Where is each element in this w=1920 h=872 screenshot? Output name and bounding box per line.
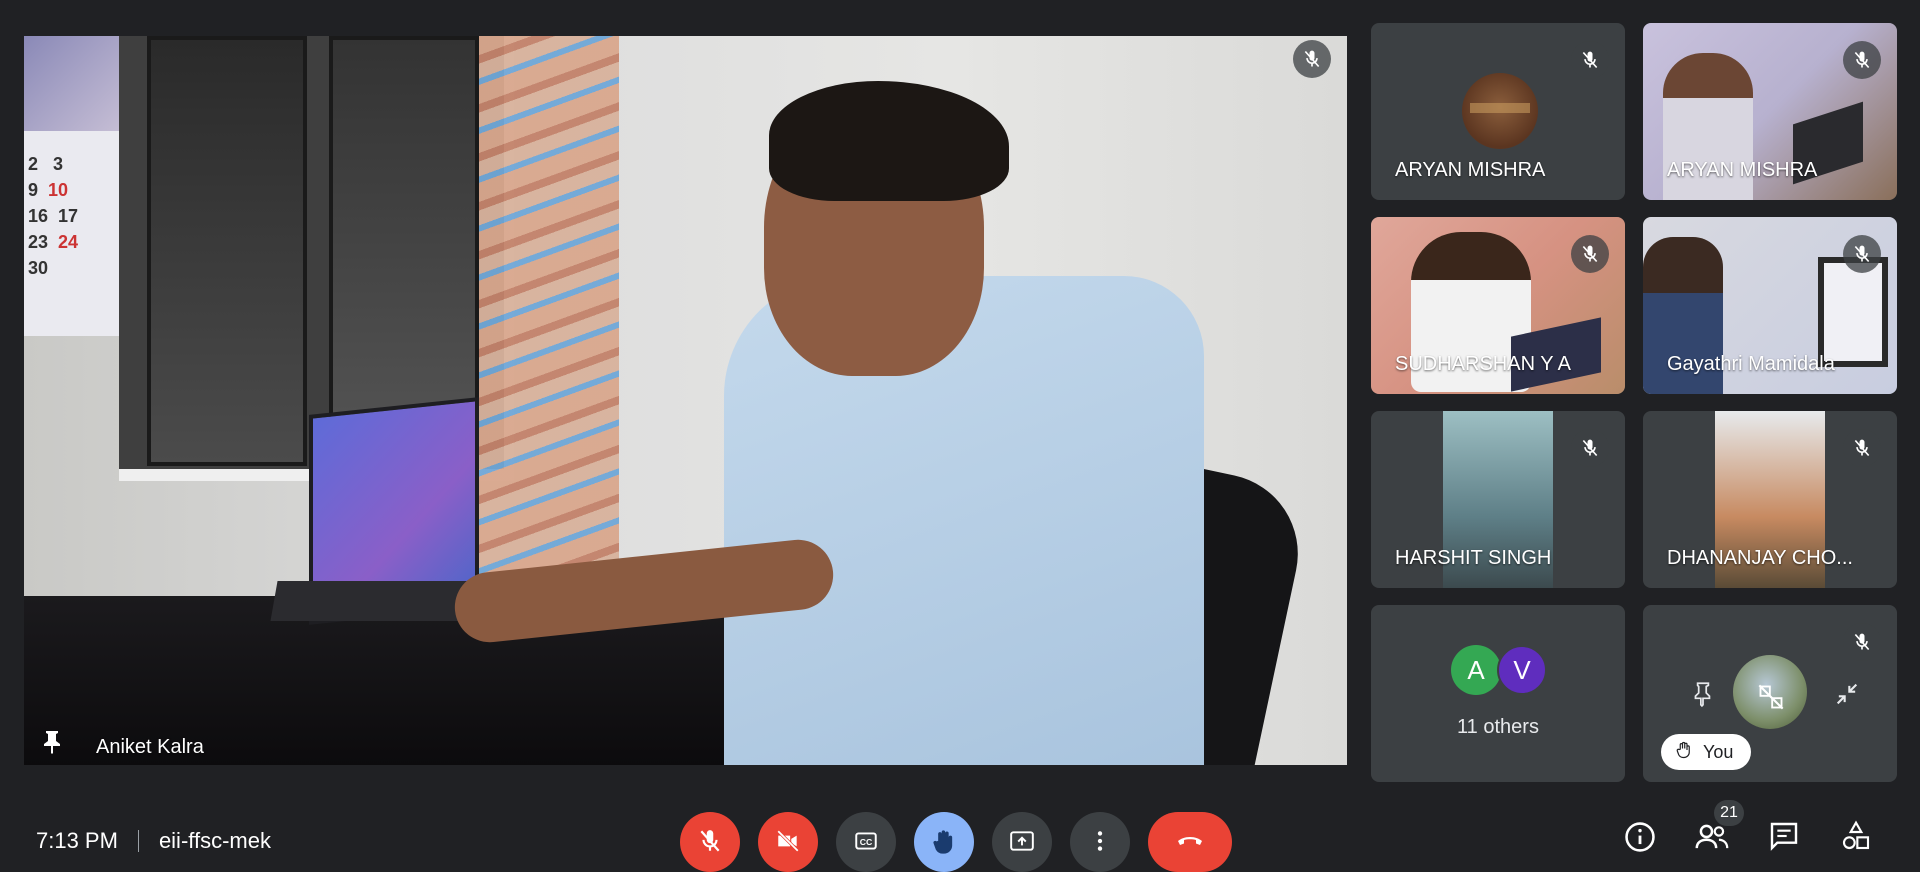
present-to-all-icon (1009, 828, 1035, 859)
meeting-code: eii-ffsc-mek (158, 828, 271, 853)
clock-time: 7:13 PM (36, 828, 118, 853)
present-button[interactable] (992, 812, 1052, 872)
hide-tile-icon[interactable] (1757, 683, 1785, 711)
mic-off-icon (1843, 623, 1881, 661)
participant-name: DHANANJAY CHO... (1667, 547, 1853, 569)
others-count-label: 11 others (1457, 716, 1539, 738)
mic-off-icon (1571, 235, 1609, 273)
participant-tile[interactable]: HARSHIT SINGH (1371, 411, 1625, 588)
participant-tile[interactable]: SUDHARSHAN Y A (1371, 217, 1625, 394)
pin-icon[interactable] (40, 729, 64, 755)
hand-icon (1675, 741, 1693, 764)
chat-button[interactable] (1766, 820, 1802, 856)
mic-off-icon (1571, 429, 1609, 467)
participant-name: SUDHARSHAN Y A (1395, 353, 1571, 375)
mic-off-icon (1843, 235, 1881, 273)
avatar: V (1497, 645, 1547, 695)
participant-name: ARYAN MISHRA (1667, 159, 1818, 181)
activities-icon (1840, 820, 1872, 857)
speaker-video: 2 3 9 10 16 17 23 24 30 (24, 36, 1347, 765)
captions-button[interactable]: CC (836, 812, 896, 872)
participant-count-badge: 21 (1714, 800, 1744, 826)
svg-text:CC: CC (860, 837, 873, 847)
more-options-button[interactable] (1070, 812, 1130, 872)
participant-tile[interactable]: ARYAN MISHRA (1371, 23, 1625, 200)
more-vert-icon (1087, 828, 1113, 859)
avatar: A (1451, 645, 1501, 695)
avatar (1462, 73, 1538, 149)
videocam-off-icon (775, 828, 801, 859)
mic-off-icon (1843, 41, 1881, 79)
camera-toggle-button[interactable] (758, 812, 818, 872)
self-label: You (1703, 741, 1734, 762)
participant-name: Gayathri Mamidala (1667, 353, 1835, 375)
participant-name: ARYAN MISHRA (1395, 159, 1546, 181)
mic-off-icon (1571, 41, 1609, 79)
bottom-control-bar: 7:13 PM eii-ffsc-mek CC 21 (0, 800, 1920, 872)
others-tile[interactable]: A V 11 others (1371, 605, 1625, 782)
mic-off-icon (697, 828, 723, 859)
minimize-icon[interactable] (1833, 680, 1861, 708)
main-speaker-tile[interactable]: 2 3 9 10 16 17 23 24 30 Aniket Kalra (24, 36, 1347, 765)
divider (137, 830, 139, 852)
participant-name: HARSHIT SINGH (1395, 547, 1552, 569)
closed-caption-icon: CC (853, 828, 879, 859)
mic-off-icon (1843, 429, 1881, 467)
meeting-details-button[interactable] (1622, 820, 1658, 856)
mic-off-icon (1293, 40, 1331, 78)
hand-icon (930, 828, 958, 861)
participant-tile[interactable]: Gayathri Mamidala (1643, 217, 1897, 394)
microphone-toggle-button[interactable] (680, 812, 740, 872)
participant-tile[interactable]: DHANANJAY CHO... (1643, 411, 1897, 588)
info-icon (1623, 820, 1657, 859)
wall-calendar: 2 3 9 10 16 17 23 24 30 (24, 36, 129, 336)
raise-hand-button[interactable] (914, 812, 974, 872)
call-end-icon (1174, 828, 1206, 859)
raised-hand-chip: You (1661, 734, 1752, 770)
meet-window: 2 3 9 10 16 17 23 24 30 Aniket Kalra ARY… (0, 0, 1920, 872)
participant-tile[interactable]: ARYAN MISHRA (1643, 23, 1897, 200)
chat-icon (1768, 820, 1800, 857)
meeting-info: 7:13 PM eii-ffsc-mek (36, 828, 271, 854)
activities-button[interactable] (1838, 820, 1874, 856)
leave-call-button[interactable] (1148, 812, 1232, 872)
self-tile[interactable]: You (1643, 605, 1897, 782)
pin-icon[interactable] (1689, 680, 1717, 708)
participant-name: Aniket Kalra (96, 736, 204, 758)
